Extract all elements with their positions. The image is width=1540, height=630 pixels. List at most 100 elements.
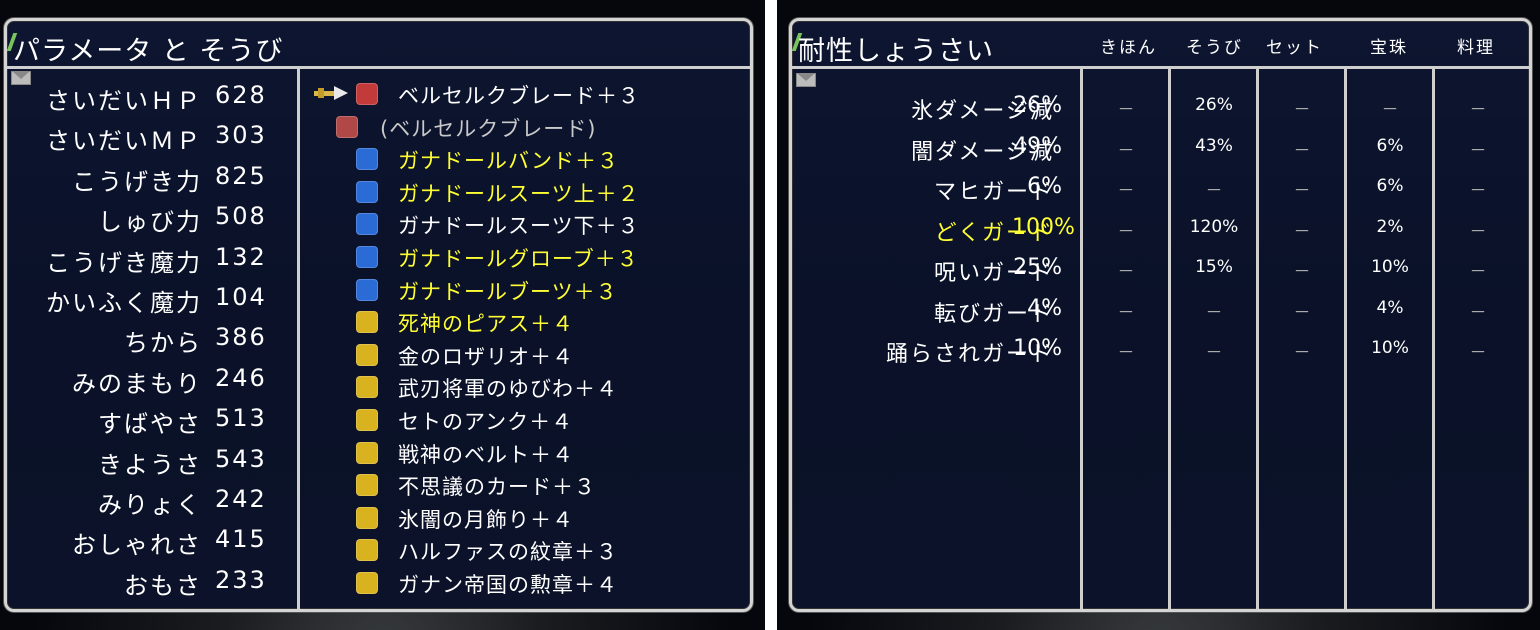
resistance-cell: 2%: [1376, 216, 1404, 237]
stat-value: 628: [215, 81, 267, 109]
stats-list: さいだいＨＰ 628 さいだいＭＰ 303 こうげき力 825 しゅび力 508 こうげき魔力 1…: [7, 77, 292, 602]
equipment-item[interactable]: ガナドールグローブ＋３: [312, 242, 750, 275]
armor-bottom-icon: [356, 213, 378, 236]
equipment-item[interactable]: ガナドールブーツ＋３: [312, 275, 750, 308]
resistance-row: 呪いガード 25% － 15% － 10% －: [792, 247, 1529, 286]
resistance-total: 49%: [1013, 133, 1062, 159]
equipment-name: ガナドールグローブ＋３: [398, 246, 639, 271]
armor-top-icon: [356, 180, 378, 203]
resistance-cell: －: [1381, 100, 1399, 120]
stat-row: みりょく 242: [7, 481, 292, 521]
equipment-list: ベルセルクブレード＋３ (ベルセルクブレード) ガナドールバンド＋３ ガナドールスーツ…: [312, 79, 750, 601]
pointer-hand-icon: [314, 86, 348, 100]
stat-label: かいふく魔力: [46, 288, 202, 317]
resistance-cell: －: [1205, 343, 1223, 363]
stat-value: 303: [215, 121, 267, 150]
resistance-cell: －: [1293, 221, 1311, 242]
equipment-name: ガナン帝国の勲章＋４: [398, 572, 618, 597]
equipment-item[interactable]: (ベルセルクブレード): [312, 112, 750, 145]
resistance-cell: －: [1117, 181, 1135, 201]
resistance-cell: －: [1293, 140, 1311, 161]
equipment-item[interactable]: ハルファスの紋章＋３: [312, 535, 750, 568]
resistance-grid: 氷ダメージ減 26% － 26% －－－闇ダメージ減 49% － 43% － 6% －マヒガード 6%…: [792, 69, 1529, 609]
equipment-item[interactable]: ガナン帝国の勲章＋４: [312, 568, 750, 601]
resistance-total: 10%: [1013, 336, 1062, 361]
equipment-item[interactable]: 戦神のベルト＋４: [312, 438, 750, 471]
resistance-cell: －: [1117, 100, 1135, 120]
resistance-cell: －: [1469, 100, 1487, 120]
equipment-item[interactable]: ガナドールスーツ下＋３: [312, 209, 750, 242]
resistance-cell: 6%: [1376, 135, 1404, 156]
equipment-name: 戦神のベルト＋４: [398, 442, 574, 467]
equipment-item[interactable]: 死神のピアス＋４: [312, 307, 750, 340]
resistance-cell: 26%: [1195, 95, 1233, 115]
equipment-name: ハルファスの紋章＋３: [398, 540, 618, 565]
resistance-cell: 10%: [1371, 338, 1409, 358]
resistance-total: 6%: [1027, 174, 1062, 199]
sword-icon: [356, 83, 378, 105]
stat-row: さいだいＨＰ 628: [7, 77, 292, 117]
ankh-icon: [356, 408, 378, 431]
stat-row: きようさ 543: [7, 441, 292, 481]
stat-label: しゅび力: [98, 208, 202, 237]
sword-icon: [336, 115, 358, 138]
resistance-cell: －: [1117, 221, 1135, 242]
equipment-item[interactable]: ベルセルクブレード＋３: [312, 79, 750, 112]
resistance-row: 氷ダメージ減 26% － 26% －－－: [792, 85, 1529, 124]
equipment-name: 死神のピアス＋４: [398, 312, 574, 337]
resistance-row: 転びガード 4% －－－ 4% －: [792, 288, 1529, 327]
resistance-cell: －: [1293, 181, 1311, 201]
resistance-cell: 15%: [1195, 257, 1233, 277]
stat-label: さいだいＨＰ: [46, 87, 202, 115]
resistance-cell: －: [1293, 343, 1311, 363]
resistance-row: マヒガード 6% －－－ 6% －: [792, 166, 1529, 205]
equipment-name: 不思議のカード＋３: [398, 475, 596, 500]
equipment-item[interactable]: 金のロザリオ＋４: [312, 340, 750, 373]
resistance-total: 4%: [1027, 295, 1062, 321]
equipment-name: ベルセルクブレード＋３: [398, 84, 640, 108]
equipment-item[interactable]: 不思議のカード＋３: [312, 470, 750, 503]
column-header: そうび: [1186, 38, 1243, 58]
stat-value: 415: [215, 525, 267, 554]
stat-row: さいだいＭＰ 303: [7, 117, 292, 157]
resistance-cell: －: [1293, 262, 1311, 282]
resistance-total: 26%: [1013, 93, 1062, 118]
card-icon: [356, 474, 378, 497]
medal-icon: [356, 571, 378, 594]
resistance-total: 25%: [1013, 255, 1062, 280]
stat-row: かいふく魔力 104: [7, 279, 292, 319]
equipment-item[interactable]: ガナドールスーツ上＋２: [312, 177, 750, 210]
resistance-cell: －: [1469, 343, 1487, 363]
equipment-item[interactable]: セトのアンク＋４: [312, 405, 750, 438]
stat-label: ちから: [124, 329, 202, 358]
resistance-cell: 43%: [1195, 135, 1233, 156]
column-header: セット: [1266, 38, 1323, 58]
resistance-cell: －: [1293, 302, 1311, 323]
equipment-item[interactable]: 氷闇の月飾り＋４: [312, 503, 750, 536]
stat-value: 513: [215, 404, 267, 433]
stat-row: こうげき魔力 132: [7, 239, 292, 279]
stat-label: こうげき魔力: [46, 248, 202, 277]
stat-value: 104: [215, 282, 267, 311]
resistance-cell: －: [1117, 302, 1135, 323]
stat-row: おもさ 233: [7, 562, 292, 602]
crest-icon: [356, 539, 378, 562]
equipment-name: 武刃将軍のゆびわ＋４: [398, 377, 618, 402]
column-header: 料理: [1457, 38, 1495, 58]
equipment-name: 氷闇の月飾り＋４: [398, 507, 574, 532]
equipment-name: (ベルセルクブレード): [380, 116, 597, 141]
equipment-name: ガナドールブーツ＋３: [398, 279, 618, 304]
equipment-item[interactable]: ガナドールバンド＋３: [312, 144, 750, 177]
stat-value: 246: [215, 363, 267, 392]
equipment-name: ガナドールバンド＋３: [398, 149, 620, 174]
resistance-cell: －: [1469, 140, 1487, 161]
equipment-item[interactable]: 武刃将軍のゆびわ＋４: [312, 372, 750, 405]
stat-row: こうげき力 825: [7, 158, 292, 198]
title-bar: パラメータ と そうび: [7, 21, 750, 69]
stat-value: 386: [215, 323, 267, 352]
stat-label: すばやさ: [98, 410, 202, 439]
resistance-cell: －: [1469, 302, 1487, 323]
resistance-cell: －: [1469, 262, 1487, 282]
resistance-cell: －: [1205, 302, 1223, 323]
resistance-total: 100%: [1012, 214, 1075, 240]
